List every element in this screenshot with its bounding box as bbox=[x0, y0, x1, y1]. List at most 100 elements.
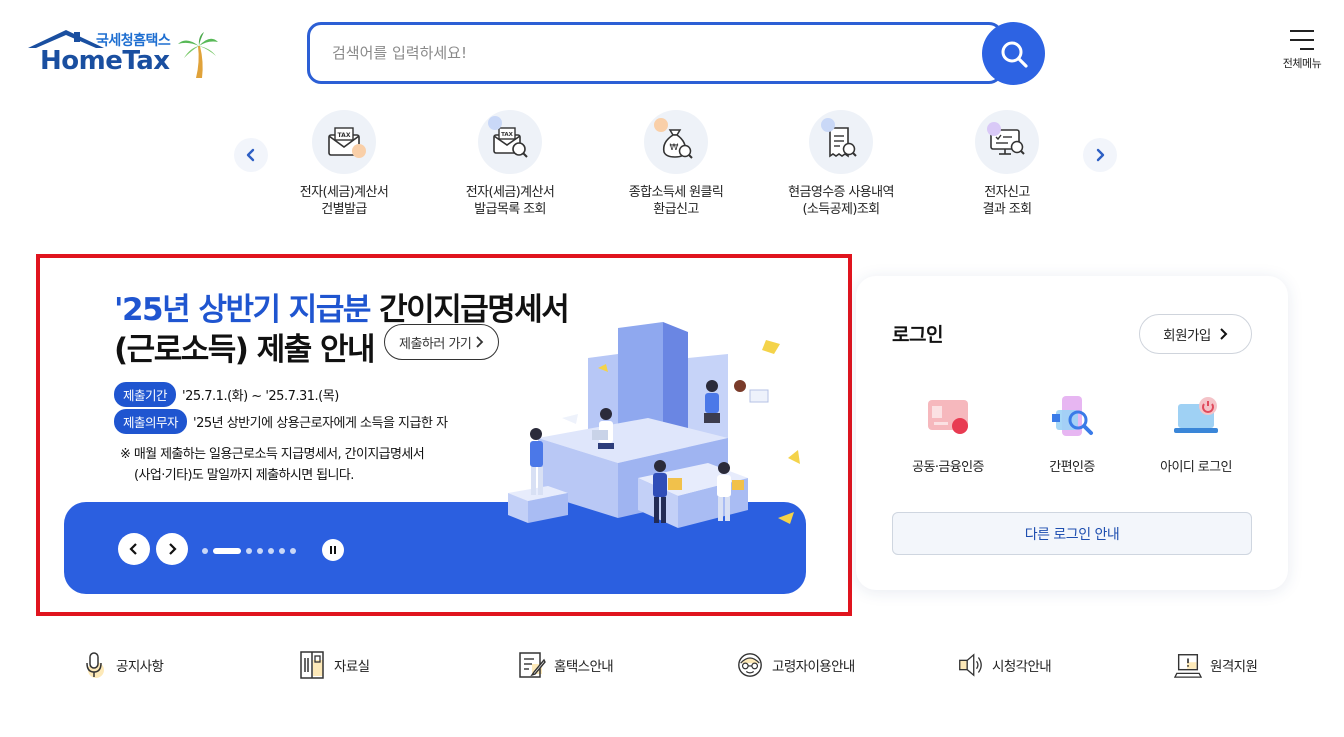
hometax-guide-link[interactable]: 홈택스안내 bbox=[518, 650, 614, 680]
other-login-button[interactable]: 다른 로그인 안내 bbox=[892, 512, 1252, 555]
quick-item-label: (소득공제)조회 bbox=[802, 202, 880, 217]
login-certificate-option[interactable]: 공동·금융인증 bbox=[893, 394, 1003, 475]
remote-support-link[interactable]: 원격지원 bbox=[1174, 650, 1258, 680]
quick-item-cash-receipt[interactable]: 현금영수증 사용내역 (소득공제)조회 bbox=[761, 110, 921, 218]
remote-support-icon bbox=[1174, 650, 1202, 680]
login-title: 로그인 bbox=[892, 324, 943, 346]
pagination-dot[interactable] bbox=[279, 548, 285, 554]
search-button[interactable] bbox=[982, 22, 1045, 85]
pagination-dot-active[interactable] bbox=[213, 548, 241, 554]
signup-button[interactable]: 회원가입 bbox=[1139, 314, 1252, 354]
login-option-label: 간편인증 bbox=[1049, 460, 1095, 475]
submit-go-label: 제출하러 가기 bbox=[399, 336, 472, 352]
money-bag-icon: ₩ bbox=[644, 110, 708, 174]
login-option-label: 아이디 로그인 bbox=[1160, 460, 1232, 475]
archive-link[interactable]: 자료실 bbox=[298, 650, 370, 680]
chevron-right-icon bbox=[476, 336, 484, 348]
quick-item-label: 현금영수증 사용내역 bbox=[788, 185, 894, 200]
brand-name: HomeTax bbox=[40, 46, 170, 76]
banner-next-button[interactable] bbox=[156, 533, 188, 565]
quick-item-label: 결과 조회 bbox=[982, 202, 1033, 217]
bottom-link-label: 홈택스안내 bbox=[554, 659, 614, 675]
chevron-left-icon bbox=[129, 543, 137, 555]
login-id-option[interactable]: 아이디 로그인 bbox=[1141, 394, 1251, 475]
elder-guide-link[interactable]: 고령자이용안내 bbox=[736, 650, 855, 680]
hamburger-icon bbox=[1290, 30, 1314, 50]
quick-item-label: 전자(세금)계산서 bbox=[465, 185, 555, 200]
bottom-link-label: 자료실 bbox=[334, 659, 370, 675]
laptop-power-icon bbox=[1168, 394, 1224, 446]
chevron-left-icon bbox=[246, 148, 255, 162]
main-banner[interactable]: '25년 상반기 지급분 간이지급명세서 (근로소득) 제출 안내 제출하러 가… bbox=[36, 254, 852, 616]
signup-label: 회원가입 bbox=[1163, 328, 1211, 344]
banner-title-highlight: '25년 상반기 지급분 bbox=[114, 292, 371, 328]
elder-icon bbox=[736, 650, 764, 680]
period-row: 제출기간 '25.7.1.(화) ~ '25.7.31.(목) bbox=[114, 382, 339, 407]
tax-envelope-icon: TAX bbox=[312, 110, 376, 174]
microphone-icon bbox=[80, 650, 108, 680]
pagination-dot[interactable] bbox=[290, 548, 296, 554]
quick-item-label: 건별발급 bbox=[321, 202, 367, 217]
duty-chip: 제출의무자 bbox=[114, 409, 188, 434]
bottom-link-label: 공지사항 bbox=[116, 659, 164, 675]
banner-pause-button[interactable] bbox=[322, 539, 344, 561]
pagination-dot[interactable] bbox=[246, 548, 252, 554]
monitor-check-icon bbox=[975, 110, 1039, 174]
audiovisual-guide-link[interactable]: 시청각안내 bbox=[956, 650, 1052, 680]
pagination-dot[interactable] bbox=[257, 548, 263, 554]
all-menu-label: 전체메뉴 bbox=[1282, 57, 1322, 70]
note-line: (사업·기타)도 말일까지 제출하시면 됩니다. bbox=[134, 468, 354, 483]
login-panel: 로그인 회원가입 공동·금융인증 간편인증 아이디 로그인 다른 로그인 안내 bbox=[856, 276, 1288, 590]
quick-item-label: 전자신고 bbox=[984, 185, 1030, 200]
banner-pagination bbox=[202, 548, 296, 554]
svg-text:TAX: TAX bbox=[501, 132, 514, 138]
quick-item-label: 종합소득세 원클릭 bbox=[628, 185, 724, 200]
note-line: ※ 매월 제출하는 일용근로소득 지급명세서, 간이지급명세서 bbox=[120, 447, 425, 462]
bottom-link-label: 고령자이용안내 bbox=[772, 659, 855, 675]
svg-text:₩: ₩ bbox=[670, 143, 679, 153]
palm-tree-icon bbox=[178, 32, 218, 78]
svg-text:TAX: TAX bbox=[338, 132, 351, 139]
all-menu-button[interactable]: 전체메뉴 bbox=[1276, 30, 1328, 71]
banner-subtitle: (근로소득) 제출 안내 bbox=[114, 332, 376, 368]
document-pen-icon bbox=[518, 650, 546, 680]
duty-row: 제출의무자 '25년 상반기에 상용근로자에게 소득을 지급한 자 bbox=[114, 409, 448, 434]
search-input[interactable] bbox=[310, 25, 950, 81]
banner-note: ※ 매월 제출하는 일용근로소득 지급명세서, 간이지급명세서 (사업·기타)도… bbox=[120, 444, 425, 486]
hometax-logo[interactable]: 국세청홈택스 HomeTax bbox=[26, 28, 226, 78]
chevron-right-icon bbox=[169, 543, 177, 555]
tax-search-icon: TAX bbox=[478, 110, 542, 174]
duty-text: '25년 상반기에 상용근로자에게 소득을 지급한 자 bbox=[193, 416, 448, 431]
pagination-dot[interactable] bbox=[202, 548, 208, 554]
quick-item-einvoice-list[interactable]: TAX 전자(세금)계산서발급목록 조회 bbox=[430, 110, 590, 218]
banner-prev-button[interactable] bbox=[118, 533, 150, 565]
quick-menu-next-button[interactable] bbox=[1083, 138, 1117, 172]
quick-item-label: 환급신고 bbox=[653, 202, 699, 217]
bottom-link-label: 시청각안내 bbox=[992, 659, 1052, 675]
chevron-right-icon bbox=[1220, 328, 1228, 340]
quick-menu-prev-button[interactable] bbox=[234, 138, 268, 172]
period-chip: 제출기간 bbox=[114, 382, 177, 407]
notice-link[interactable]: 공지사항 bbox=[80, 650, 164, 680]
search-box bbox=[307, 22, 1003, 84]
quick-item-einvoice-issue[interactable]: TAX 전자(세금)계산서건별발급 bbox=[264, 110, 424, 218]
login-simple-auth-option[interactable]: 간편인증 bbox=[1017, 394, 1127, 475]
pause-icon bbox=[330, 546, 336, 554]
period-text: '25.7.1.(화) ~ '25.7.31.(목) bbox=[182, 389, 339, 404]
chevron-right-icon bbox=[1096, 148, 1105, 162]
speaker-icon bbox=[956, 650, 984, 680]
pagination-dot[interactable] bbox=[268, 548, 274, 554]
quick-item-income-tax-refund[interactable]: ₩ 종합소득세 원클릭환급신고 bbox=[596, 110, 756, 218]
login-option-label: 공동·금융인증 bbox=[912, 460, 984, 475]
office-workers-illustration bbox=[508, 322, 800, 528]
receipt-search-icon bbox=[809, 110, 873, 174]
archive-icon bbox=[298, 650, 326, 680]
submit-go-button[interactable]: 제출하러 가기 bbox=[384, 324, 500, 360]
bottom-link-label: 원격지원 bbox=[1210, 659, 1258, 675]
quick-item-label: 발급목록 조회 bbox=[474, 202, 546, 217]
search-icon bbox=[1001, 41, 1028, 68]
certificate-card-icon bbox=[920, 394, 976, 446]
quick-item-efiling-result[interactable]: 전자신고결과 조회 bbox=[927, 110, 1087, 218]
quick-item-label: 전자(세금)계산서 bbox=[299, 185, 389, 200]
phone-search-icon bbox=[1044, 394, 1100, 446]
